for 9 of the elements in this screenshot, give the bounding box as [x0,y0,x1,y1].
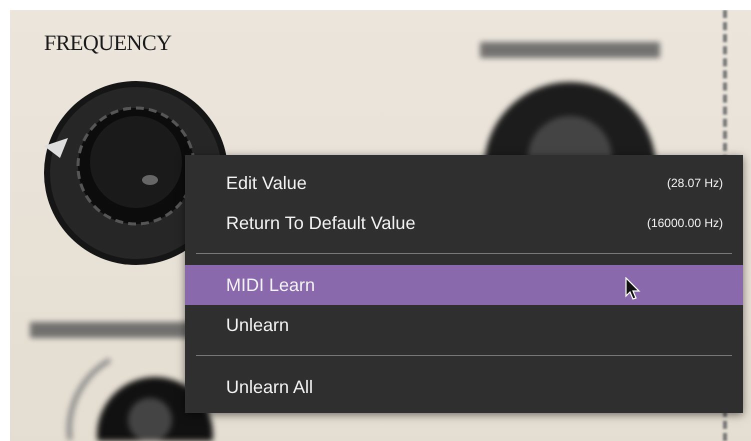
menu-item[interactable]: Unlearn [185,305,743,345]
menu-item[interactable]: Return To Default Value (16000.00 Hz) [185,203,743,243]
menu-item[interactable]: Edit Value (28.07 Hz) [185,163,743,203]
knob-label: FREQUENCY [44,30,172,56]
menu-item[interactable]: MIDI Learn [185,265,743,305]
cursor-icon [625,277,641,301]
value-label: (28.07 Hz) [666,176,723,190]
menu-item[interactable]: Unlearn All [185,367,743,407]
value-label: (16000.00 Hz) [646,216,723,230]
